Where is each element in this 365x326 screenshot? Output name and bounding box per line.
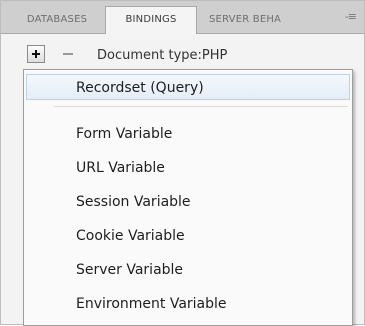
menu-item-environment-variable[interactable]: Environment Variable <box>24 291 352 317</box>
menu-item-server-variable[interactable]: Server Variable <box>24 257 352 283</box>
menu-item-session-variable[interactable]: Session Variable <box>24 189 352 215</box>
menu-item-cookie-variable[interactable]: Cookie Variable <box>24 223 352 249</box>
tab-bindings[interactable]: BINDINGS <box>105 6 197 34</box>
add-binding-button[interactable] <box>27 45 45 63</box>
menu-separator <box>54 106 348 107</box>
add-binding-dropdown-menu: Recordset (Query) Form Variable URL Vari… <box>23 69 353 326</box>
panel-tab-bar: DATABASES BINDINGS SERVER BEHA -≡ <box>1 1 364 34</box>
menu-item-recordset[interactable]: Recordset (Query) <box>26 74 350 100</box>
tab-server-behaviors[interactable]: SERVER BEHA <box>199 7 321 33</box>
bindings-panel: DATABASES BINDINGS SERVER BEHA -≡ Docume… <box>0 0 365 326</box>
tab-databases[interactable]: DATABASES <box>9 7 105 33</box>
document-type-label: Document type:PHP <box>97 48 228 63</box>
panel-options-menu-icon[interactable]: -≡ <box>345 10 357 23</box>
menu-item-form-variable[interactable]: Form Variable <box>24 121 352 147</box>
menu-item-url-variable[interactable]: URL Variable <box>24 155 352 181</box>
bindings-toolbar: Document type:PHP <box>1 34 364 68</box>
remove-binding-button[interactable] <box>63 53 73 55</box>
